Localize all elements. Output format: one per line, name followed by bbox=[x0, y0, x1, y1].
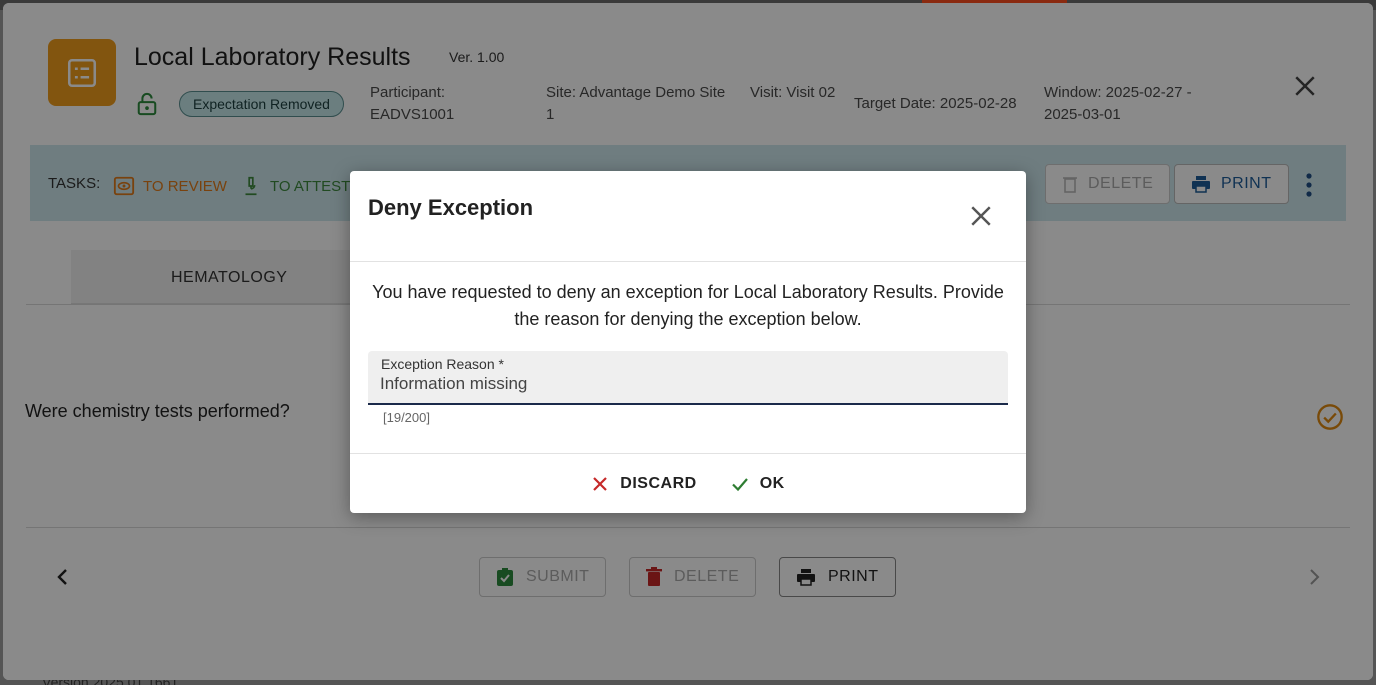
clipboard-check-icon bbox=[497, 568, 513, 586]
form-version: Ver. 1.00 bbox=[449, 49, 505, 65]
chevron-left-icon[interactable] bbox=[55, 566, 71, 588]
footer-delete-button[interactable]: DELETE bbox=[629, 557, 757, 597]
dialog-message: You have requested to deny an exception … bbox=[372, 282, 1004, 329]
task-label: TO ATTEST bbox=[270, 177, 351, 195]
close-icon[interactable] bbox=[966, 201, 996, 231]
ok-button[interactable]: OK bbox=[731, 475, 785, 493]
dialog-actions: DISCARD OK bbox=[350, 454, 1026, 513]
form-title: Local Laboratory Results bbox=[134, 43, 411, 71]
visit-info: Visit: Visit 02 bbox=[750, 84, 836, 101]
exception-reason-label: Exception Reason * bbox=[381, 356, 504, 372]
trash-icon bbox=[646, 567, 662, 586]
delete-button[interactable]: DELETE bbox=[1045, 164, 1171, 204]
window-info: Window: 2025-02-27 - 2025-03-01 bbox=[1044, 84, 1192, 123]
chevron-right-icon[interactable] bbox=[1306, 566, 1322, 588]
participant-info: Participant: EADVS1001 bbox=[370, 84, 455, 123]
submit-label: SUBMIT bbox=[526, 568, 590, 585]
list-form-icon bbox=[67, 58, 97, 87]
tasks-label: TASKS: bbox=[48, 175, 101, 192]
printer-icon bbox=[1192, 176, 1210, 193]
close-icon[interactable] bbox=[1290, 71, 1320, 101]
more-options-icon[interactable] bbox=[1303, 171, 1315, 199]
unlock-icon[interactable] bbox=[136, 92, 158, 116]
status-badge: Expectation Removed bbox=[179, 91, 344, 117]
site-info: Site: Advantage Demo Site 1 bbox=[546, 84, 726, 123]
check-circle-icon bbox=[1317, 404, 1343, 430]
task-label: TO REVIEW bbox=[143, 177, 227, 195]
exception-reason-field[interactable]: Exception Reason * bbox=[368, 351, 1008, 405]
printer-icon bbox=[797, 569, 815, 586]
discard-button[interactable]: DISCARD bbox=[591, 475, 696, 493]
microscope-icon bbox=[245, 176, 257, 196]
task-to-review[interactable]: TO REVIEW bbox=[113, 175, 227, 197]
discard-label: DISCARD bbox=[620, 474, 697, 492]
ok-label: OK bbox=[759, 474, 785, 492]
print-button[interactable]: PRINT bbox=[1174, 164, 1289, 204]
target-date-info: Target Date: 2025-02-28 bbox=[854, 95, 1017, 112]
review-eye-icon bbox=[113, 176, 135, 196]
task-to-attest[interactable]: TO ATTEST bbox=[240, 175, 350, 197]
dialog-header-divider bbox=[350, 261, 1026, 262]
form-icon bbox=[48, 39, 116, 106]
check-icon bbox=[731, 477, 748, 491]
submit-button[interactable]: SUBMIT bbox=[479, 557, 607, 597]
deny-exception-dialog: Deny Exception You have requested to den… bbox=[350, 171, 1026, 513]
dialog-title: Deny Exception bbox=[368, 195, 534, 220]
question-text: Were chemistry tests performed? bbox=[25, 401, 290, 421]
print-label: PRINT bbox=[828, 568, 879, 585]
close-icon bbox=[593, 476, 608, 491]
trash-icon bbox=[1063, 177, 1077, 193]
print-label: PRINT bbox=[1221, 175, 1272, 192]
delete-label: DELETE bbox=[674, 568, 740, 585]
character-counter: [19/200] bbox=[383, 410, 430, 425]
content-divider bbox=[26, 527, 1350, 528]
delete-label: DELETE bbox=[1088, 175, 1154, 192]
footer-print-button[interactable]: PRINT bbox=[779, 557, 896, 597]
tab-hematology[interactable]: HEMATOLOGY bbox=[71, 250, 381, 305]
exception-reason-input[interactable] bbox=[380, 371, 980, 397]
